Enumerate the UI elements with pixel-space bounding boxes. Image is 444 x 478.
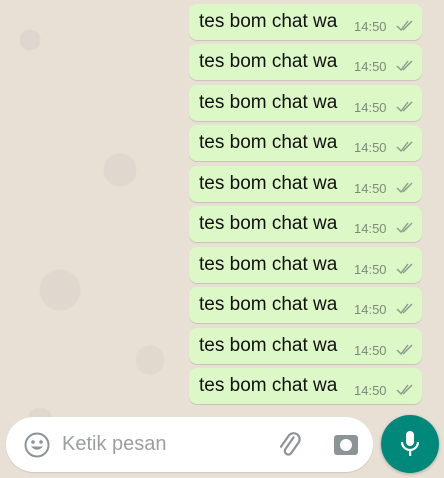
- message-bubble[interactable]: tes bom chat wa 14:50: [189, 206, 422, 242]
- double-check-icon: [396, 60, 413, 72]
- message-bubble[interactable]: tes bom chat wa 14:50: [189, 368, 422, 404]
- message-text: tes bom chat wa: [199, 213, 338, 234]
- message-input[interactable]: [62, 427, 262, 462]
- microphone-icon: [400, 431, 420, 456]
- double-check-icon: [396, 20, 413, 32]
- message-bubble[interactable]: tes bom chat wa 14:50: [189, 247, 422, 283]
- message-time: 14:50: [354, 59, 387, 74]
- message-text: tes bom chat wa: [199, 132, 338, 153]
- emoji-icon[interactable]: [24, 432, 50, 458]
- message-bubble[interactable]: tes bom chat wa 14:50: [189, 44, 422, 80]
- message-text: tes bom chat wa: [199, 294, 338, 315]
- message-composer: [6, 417, 373, 472]
- message-time: 14:50: [354, 383, 387, 398]
- message-bubble[interactable]: tes bom chat wa 14:50: [189, 166, 422, 202]
- message-bubble[interactable]: tes bom chat wa 14:50: [189, 287, 422, 323]
- message-time: 14:50: [354, 221, 387, 236]
- message-text: tes bom chat wa: [199, 254, 338, 275]
- message-time: 14:50: [354, 262, 387, 277]
- double-check-icon: [396, 263, 413, 275]
- message-time: 14:50: [354, 140, 387, 155]
- double-check-icon: [396, 141, 413, 153]
- double-check-icon: [396, 101, 413, 113]
- double-check-icon: [396, 303, 413, 315]
- message-time: 14:50: [354, 100, 387, 115]
- message-text: tes bom chat wa: [199, 92, 338, 113]
- message-bubble[interactable]: tes bom chat wa 14:50: [189, 4, 422, 40]
- microphone-button[interactable]: [381, 415, 439, 473]
- message-text: tes bom chat wa: [199, 51, 338, 72]
- double-check-icon: [396, 344, 413, 356]
- camera-icon[interactable]: [333, 432, 359, 458]
- paperclip-icon[interactable]: [276, 431, 306, 461]
- double-check-icon: [396, 222, 413, 234]
- message-bubble[interactable]: tes bom chat wa 14:50: [189, 85, 422, 121]
- message-text: tes bom chat wa: [199, 173, 338, 194]
- message-text: tes bom chat wa: [199, 375, 338, 396]
- double-check-icon: [396, 384, 413, 396]
- message-bubble[interactable]: tes bom chat wa 14:50: [189, 328, 422, 364]
- message-time: 14:50: [354, 19, 387, 34]
- message-time: 14:50: [354, 343, 387, 358]
- message-text: tes bom chat wa: [199, 11, 338, 32]
- double-check-icon: [396, 182, 413, 194]
- message-time: 14:50: [354, 181, 387, 196]
- message-text: tes bom chat wa: [199, 335, 338, 356]
- message-time: 14:50: [354, 302, 387, 317]
- message-bubble[interactable]: tes bom chat wa 14:50: [189, 125, 422, 161]
